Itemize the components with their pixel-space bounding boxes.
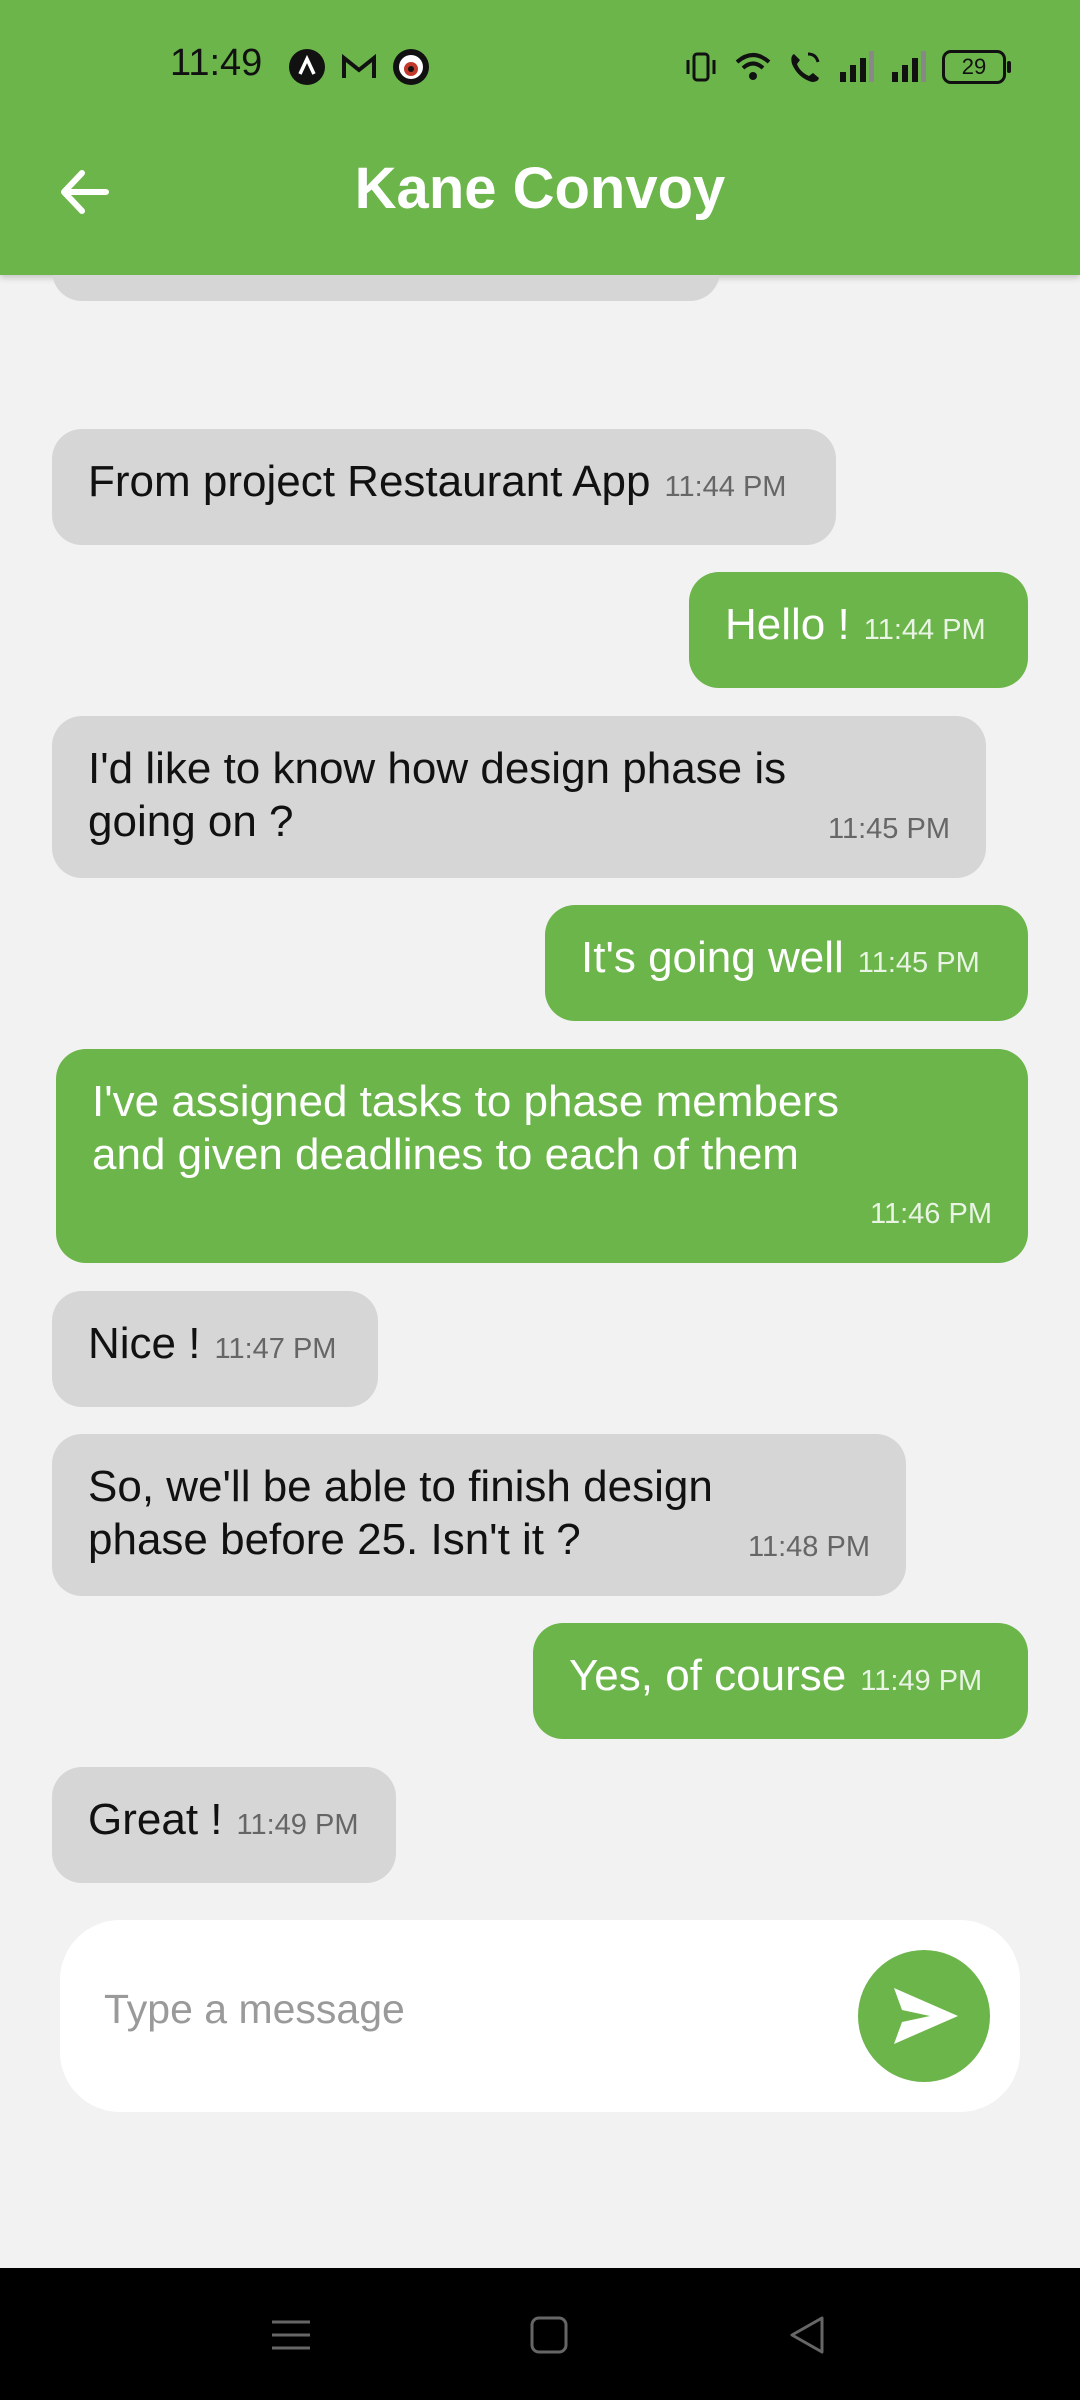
send-icon — [894, 1988, 958, 2044]
system-status-icons: 29 — [682, 48, 1011, 86]
message-bubble-incoming[interactable]: Great ! 11:49 PM — [52, 1767, 396, 1883]
signal-icon — [892, 51, 926, 82]
home-icon[interactable] — [524, 2310, 574, 2360]
message-bubble-outgoing[interactable]: I've assigned tasks to phase members and… — [56, 1049, 1028, 1263]
system-nav-bar — [0, 2268, 1080, 2400]
message-time: 11:46 PM — [870, 1198, 992, 1230]
message-text: It's going well — [581, 933, 844, 982]
send-button[interactable] — [858, 1950, 990, 2082]
message-input[interactable]: Type a message — [104, 1986, 405, 2033]
message-bubble-incoming[interactable]: So, we'll be able to finish design phase… — [52, 1434, 906, 1596]
message-list[interactable]: From project Restaurant App 11:44 PM Hell… — [0, 275, 1080, 1895]
message-text: Nice ! — [88, 1319, 201, 1368]
message-time: 11:44 PM — [863, 614, 986, 646]
message-time: 11:47 PM — [214, 1333, 337, 1365]
app-header: 11:49 29 Kane Convoy — [0, 0, 1080, 275]
message-text: Great ! — [88, 1795, 223, 1844]
gmail-icon — [342, 53, 376, 78]
chat-title: Kane Convoy — [354, 156, 726, 221]
vibrate-icon — [686, 52, 716, 82]
notification-icons — [288, 48, 430, 86]
message-bubble-incoming[interactable]: From project Restaurant App 11:44 PM — [52, 429, 836, 545]
recents-icon[interactable] — [266, 2310, 316, 2360]
wifi-call-icon — [791, 52, 820, 82]
back-icon[interactable] — [782, 2310, 832, 2360]
clipped-message-bubble — [52, 275, 720, 301]
status-time: 11:49 — [170, 42, 263, 84]
message-text: I've assigned tasks to phase members and… — [92, 1077, 839, 1179]
message-bubble-incoming[interactable]: I'd like to know how design phase is goi… — [52, 716, 986, 878]
wifi-icon — [735, 53, 771, 80]
battery-indicator: 29 — [942, 50, 1011, 84]
message-bubble-incoming[interactable]: Nice ! 11:47 PM — [52, 1291, 378, 1407]
message-bubble-outgoing[interactable]: Hello ! 11:44 PM — [689, 572, 1028, 688]
message-bubble-outgoing[interactable]: Yes, of course 11:49 PM — [533, 1623, 1028, 1739]
message-time: 11:45 PM — [857, 947, 980, 979]
message-text: So, we'll be able to finish design phase… — [88, 1462, 713, 1564]
message-text: Hello ! — [725, 600, 850, 649]
eye-app-icon — [393, 49, 429, 85]
signal-icon — [840, 51, 874, 82]
message-text: From project Restaurant App — [88, 457, 651, 506]
message-composer[interactable]: Type a message — [60, 1920, 1020, 2112]
message-text: I'd like to know how design phase is goi… — [88, 744, 787, 846]
message-time: 11:49 PM — [860, 1665, 983, 1697]
message-time: 11:49 PM — [236, 1809, 359, 1841]
message-text: Yes, of course — [569, 1651, 847, 1700]
message-time: 11:48 PM — [748, 1531, 870, 1563]
message-time: 11:45 PM — [828, 813, 950, 845]
message-bubble-outgoing[interactable]: It's going well 11:45 PM — [545, 905, 1028, 1021]
launcher-icon — [289, 49, 325, 85]
message-time: 11:44 PM — [664, 471, 787, 503]
